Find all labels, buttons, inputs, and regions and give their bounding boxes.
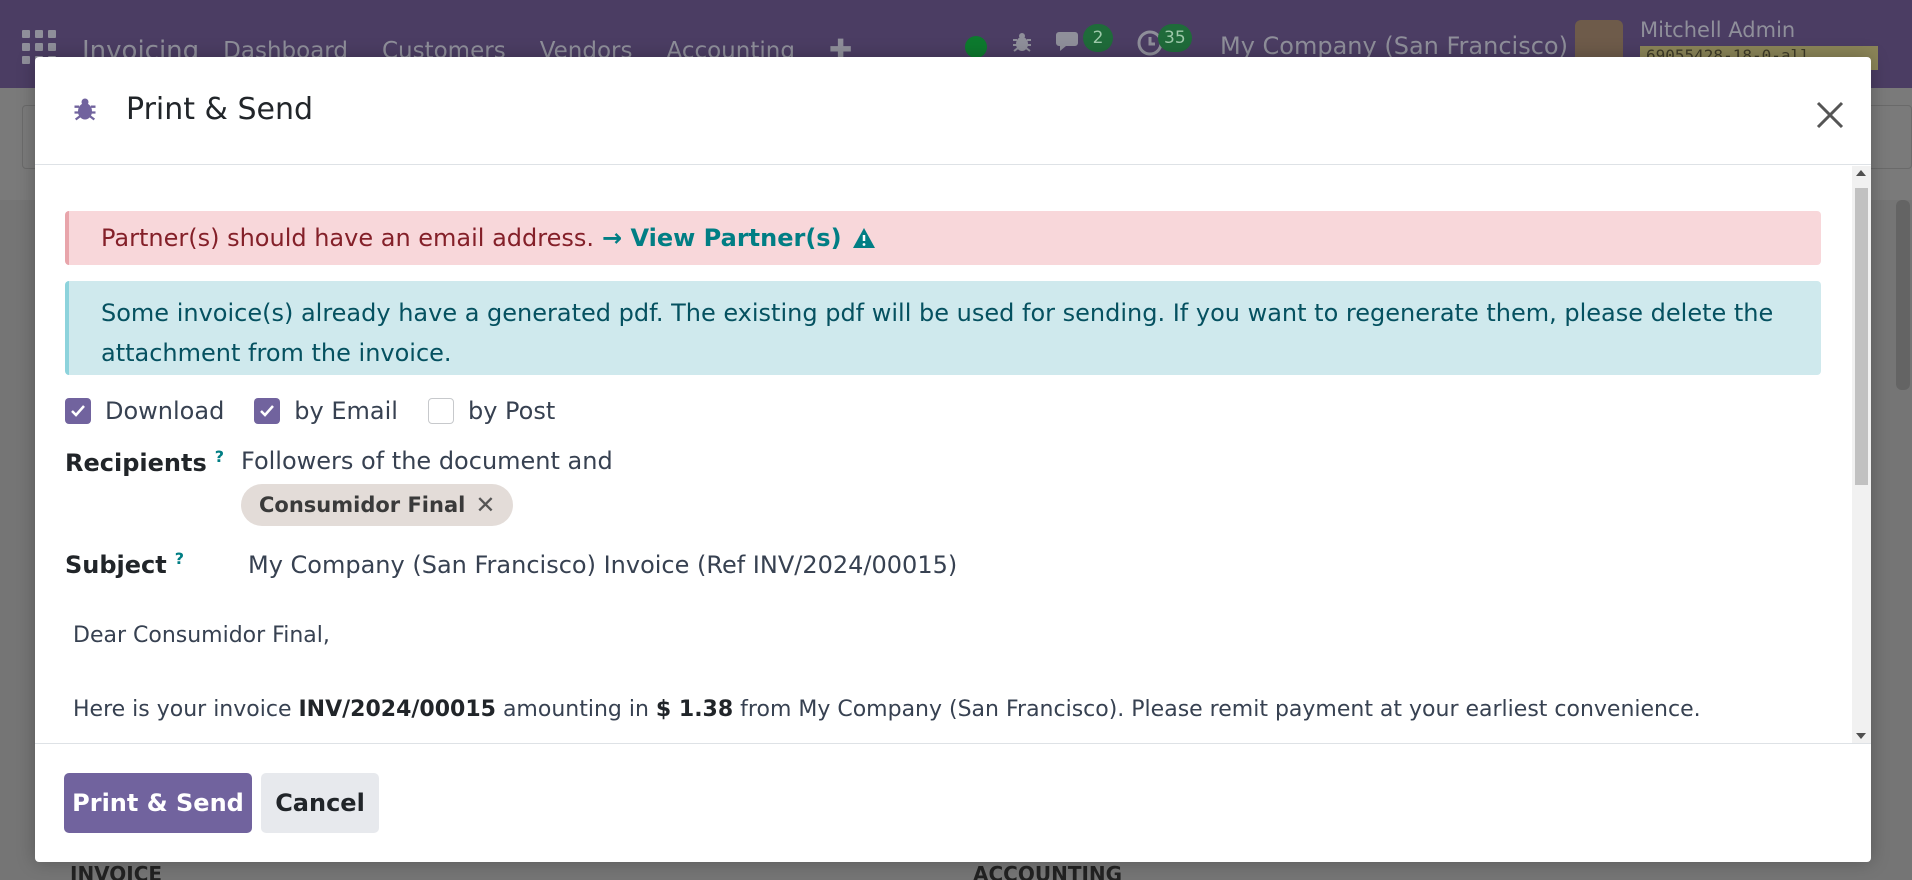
user-name[interactable]: Mitchell Admin [1640,18,1795,42]
email-greeting: Dear Consumidor Final, [73,623,330,648]
background-scrollbar [1896,200,1910,390]
dialog-title: Print & Send [126,92,314,127]
by-post-checkbox[interactable] [427,398,454,424]
recipients-label: Recipients? [65,447,224,477]
recipients-label-text: Recipients [65,449,207,477]
alert-info-line-1: Some invoice(s) already have a generated… [101,299,1774,327]
option-download[interactable]: Download [65,397,224,425]
option-by-email[interactable]: by Email [254,397,398,425]
status-dot-icon [965,36,987,58]
by-post-label[interactable]: by Post [468,397,555,425]
email-text-3: from My Company (San Francisco). Please … [740,697,1701,722]
cancel-button[interactable]: Cancel [261,773,379,833]
email-body-editor[interactable]: Dear Consumidor Final, Here is your invo… [73,617,1701,728]
check-icon [71,405,85,417]
debug-bug-icon[interactable] [1010,30,1034,54]
recipient-tag: Consumidor Final ✕ [241,484,514,526]
alert-danger-text: Partner(s) should have an email address. [101,224,595,252]
scroll-down-icon[interactable] [1856,733,1866,739]
invoice-amount: $ 1.38 [655,697,734,722]
by-email-label[interactable]: by Email [294,397,398,425]
recipients-help-icon[interactable]: ? [215,447,224,466]
recipients-text: Followers of the document and [241,447,613,475]
view-partners-link[interactable]: → View Partner(s) [602,224,842,252]
company-switcher[interactable]: My Company (San Francisco) [1220,32,1568,60]
email-paragraph: Here is your invoice INV/2024/00015 amou… [73,691,1701,728]
messages-icon[interactable] [1055,28,1087,56]
print-send-button[interactable]: Print & Send [64,773,252,833]
subject-label: Subject? [65,549,184,579]
subject-label-text: Subject [65,551,167,579]
scroll-thumb[interactable] [1855,188,1868,485]
check-icon [260,405,275,417]
email-text-1: Here is your invoice [73,697,292,722]
by-email-checkbox[interactable] [254,398,281,424]
subject-field[interactable]: My Company (San Francisco) Invoice (Ref … [248,551,957,579]
invoice-tab-heading: INVOICE [70,862,163,880]
accounting-tab-heading: ACCOUNTING [973,862,1123,880]
download-label[interactable]: Download [105,397,224,425]
missing-email-alert: Partner(s) should have an email address.… [65,211,1821,265]
dialog-header: Print & Send [35,57,1871,165]
messages-badge: 2 [1083,24,1113,52]
activities-badge: 35 [1158,24,1192,52]
close-icon[interactable] [1810,95,1850,135]
option-by-post[interactable]: by Post [427,397,555,425]
remove-tag-icon[interactable]: ✕ [475,491,495,519]
download-checkbox[interactable] [65,398,91,424]
debug-bug-icon[interactable] [71,95,99,123]
alert-info-line-2: attachment from the invoice. [101,339,452,367]
dialog-footer: Print & Send Cancel [35,743,1871,862]
subject-help-icon[interactable]: ? [175,549,184,568]
dialog-scrollbar[interactable] [1852,166,1871,743]
scroll-up-icon[interactable] [1856,170,1866,176]
existing-pdf-alert: Some invoice(s) already have a generated… [65,281,1821,375]
warning-icon [852,228,875,248]
print-send-dialog: Print & Send Partner(s) should have an e… [35,57,1871,862]
email-text-2: amounting in [502,697,649,722]
send-options: Download by Email by Post [65,397,585,425]
invoice-number: INV/2024/00015 [298,697,496,722]
recipient-tag-label: Consumidor Final [259,493,466,517]
